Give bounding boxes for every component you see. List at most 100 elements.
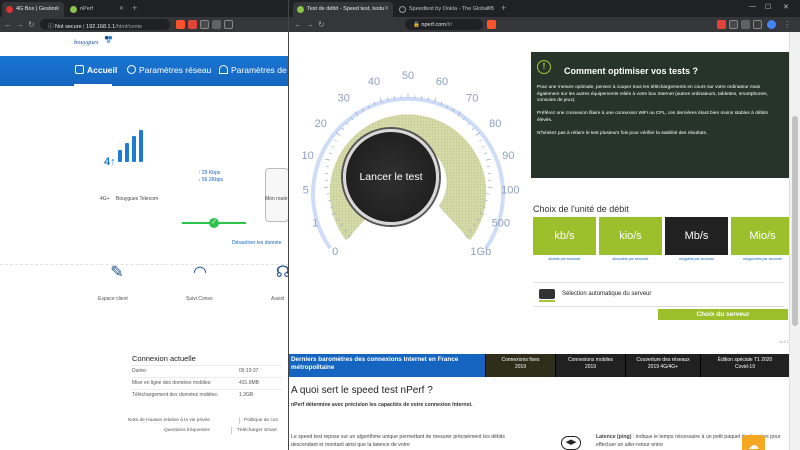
- close-tab-icon[interactable]: ✕: [119, 5, 124, 12]
- user-edit-icon[interactable]: ✎: [106, 262, 128, 284]
- unit-caption: mégabits par seconde: [678, 257, 715, 261]
- duration-label: Durée:: [132, 368, 148, 374]
- download-data-value: 1.3GB: [239, 392, 254, 398]
- shortcut-espace-client[interactable]: Espace client: [98, 296, 128, 302]
- extension-icon[interactable]: [200, 20, 209, 29]
- unit-mios-button[interactable]: Mio/s: [731, 217, 794, 255]
- vertical-scrollbar[interactable]: [789, 32, 800, 450]
- unit-kbps-button[interactable]: kb/s: [533, 217, 596, 255]
- gauge-tick: [334, 139, 338, 142]
- scrollbar-thumb[interactable]: [792, 116, 798, 326]
- extension-icon[interactable]: [188, 20, 197, 29]
- gauge-tick: [478, 139, 482, 142]
- globe-icon: [127, 65, 136, 74]
- new-tab-icon[interactable]: +: [132, 3, 137, 13]
- choose-server-button[interactable]: Choix du serveur: [658, 309, 788, 320]
- minimize-icon[interactable]: —: [749, 3, 756, 10]
- about-section: A quoi sert le speed test nPerf ? nPerf …: [289, 377, 789, 450]
- footer-policy-link[interactable]: Politique de con: [244, 418, 278, 423]
- maximize-icon[interactable]: ☐: [765, 3, 771, 11]
- back-icon[interactable]: ←: [4, 20, 12, 29]
- gauge-tick: [325, 158, 331, 161]
- exclamation-icon: !: [537, 60, 551, 74]
- active-nav-indicator: [74, 84, 112, 86]
- nperf-page: 0 1 5 10 20 30 40 50 60 70 80 90 100 500 1Gb Lancer le…: [289, 32, 800, 450]
- extension-icon[interactable]: [212, 20, 221, 29]
- disable-data-link[interactable]: Désactiver les donnée: [232, 240, 281, 246]
- barometer-coverage-2019[interactable]: Couverture des réseaux 2019 4G/4G+: [625, 354, 700, 377]
- connection-title: Connexion actuelle: [132, 354, 196, 363]
- gauge-tick: [486, 193, 490, 195]
- extension-icon[interactable]: [717, 20, 726, 29]
- cloud-upload-icon[interactable]: ☁: [742, 435, 765, 450]
- extension-icon[interactable]: [729, 20, 738, 29]
- wifi-icon: [219, 65, 228, 74]
- gauge-tick-label: 500: [492, 218, 510, 230]
- footer-download-link[interactable]: Télécharger Smart: [237, 428, 277, 433]
- tab-4g-box[interactable]: 4G Box | Gestion ✕: [2, 2, 64, 17]
- profile-avatar[interactable]: [767, 20, 776, 29]
- nav-parametres-reseau[interactable]: Paramètres réseau: [127, 65, 211, 75]
- brave-shield-icon[interactable]: [487, 20, 496, 29]
- bouygues-logo: bouygues: [74, 35, 113, 46]
- tab-nperf-test[interactable]: Test de débit - Speed test, testu ✕: [293, 2, 393, 17]
- menu-icon[interactable]: ⋮: [783, 20, 791, 29]
- back-icon[interactable]: ←: [294, 20, 302, 29]
- forward-icon[interactable]: →: [306, 20, 314, 29]
- not-secure-icon: ⓘ: [48, 23, 56, 30]
- tips-paragraph: Préférez une connexion filaire à une con…: [537, 111, 768, 123]
- extension-icon[interactable]: [753, 20, 762, 29]
- carousel-toggle-icon[interactable]: ◀▶: [561, 436, 581, 450]
- extension-icon[interactable]: [741, 20, 750, 29]
- unit-kios-button[interactable]: kio/s: [599, 217, 662, 255]
- address-bar[interactable]: ⓘ Not secure | 192.168.1.1/html/conte: [40, 19, 170, 30]
- shortcut-suivi-conso[interactable]: Suivi Conso: [186, 296, 213, 302]
- tips-paragraph: Pour une mesure optimale, pensez à coupe…: [537, 85, 768, 103]
- tab-strip: 4G Box | Gestion ✕ nPerf ✕ +: [0, 0, 288, 17]
- footer-faq-link[interactable]: Questions fréquentes: [164, 428, 210, 433]
- router-label: Mon route: [265, 196, 288, 202]
- unit-mbps-button[interactable]: Mb/s: [665, 217, 728, 255]
- brave-shield-icon[interactable]: [176, 20, 185, 29]
- version-label: v2.6.2: [779, 340, 789, 344]
- tab-ookla[interactable]: Speedtest by Ookla - The Global B ✕: [395, 2, 495, 17]
- close-window-icon[interactable]: ✕: [783, 3, 789, 11]
- gauge-tick-label: 1Gb: [470, 246, 491, 258]
- gauge-tick: [335, 132, 341, 136]
- reload-icon[interactable]: ↻: [318, 20, 325, 29]
- close-tab-icon[interactable]: ✕: [55, 5, 60, 12]
- gauge-tick: [341, 127, 345, 131]
- about-paragraph: Le speed test repose sur un algorithme u…: [291, 434, 505, 448]
- extension-icon[interactable]: [224, 20, 233, 29]
- gauge-icon[interactable]: ◠: [189, 262, 211, 284]
- shortcut-assistance[interactable]: Assist: [271, 296, 284, 302]
- barometer-covid-2020[interactable]: Édition spéciale T1 2020 Covid-19: [700, 354, 789, 377]
- tab-nperf[interactable]: nPerf ✕: [66, 2, 128, 17]
- close-tab-icon[interactable]: ✕: [384, 5, 389, 12]
- gauge-tick: [326, 193, 330, 195]
- network-badge: 4G+: [100, 196, 110, 202]
- start-test-button[interactable]: Lancer le test: [343, 129, 439, 225]
- barometer-mobile-2019[interactable]: Connexions mobiles 2019: [555, 354, 625, 377]
- server-icon: [539, 289, 555, 302]
- close-tab-icon[interactable]: ✕: [486, 5, 491, 12]
- barometer-fixed-2019[interactable]: Connexions fixes 2019: [485, 354, 555, 377]
- headset-icon[interactable]: ☊: [272, 262, 288, 284]
- forward-icon[interactable]: →: [16, 20, 24, 29]
- footer-privacy-link[interactable]: Note de Huawei relative à la vie privée: [128, 418, 210, 423]
- new-tab-icon[interactable]: +: [501, 3, 506, 13]
- duration-value: 05:19:37: [239, 368, 259, 374]
- unit-caption: kilooctets par seconde: [612, 257, 649, 261]
- nav-accueil[interactable]: Accueil: [75, 65, 117, 75]
- about-title: A quoi sert le speed test nPerf ?: [291, 385, 433, 396]
- gauge-tick: [471, 127, 475, 131]
- gauge-tick-label: 50: [402, 70, 414, 82]
- nav-parametres-box[interactable]: Paramètres de b: [219, 65, 288, 75]
- gauge-tick-label: 5: [303, 185, 309, 197]
- upload-data-value: 431.9MB: [239, 380, 260, 386]
- address-bar[interactable]: 🔒 nperf.com/fr/: [405, 19, 483, 30]
- reload-icon[interactable]: ↻: [28, 20, 35, 29]
- about-subtitle: nPerf détermine avec précision les capac…: [291, 402, 473, 408]
- download-speed: ↓ 56.2Kbps: [198, 177, 224, 183]
- barometer-strip: Derniers baromètres des connexions Inter…: [289, 354, 789, 377]
